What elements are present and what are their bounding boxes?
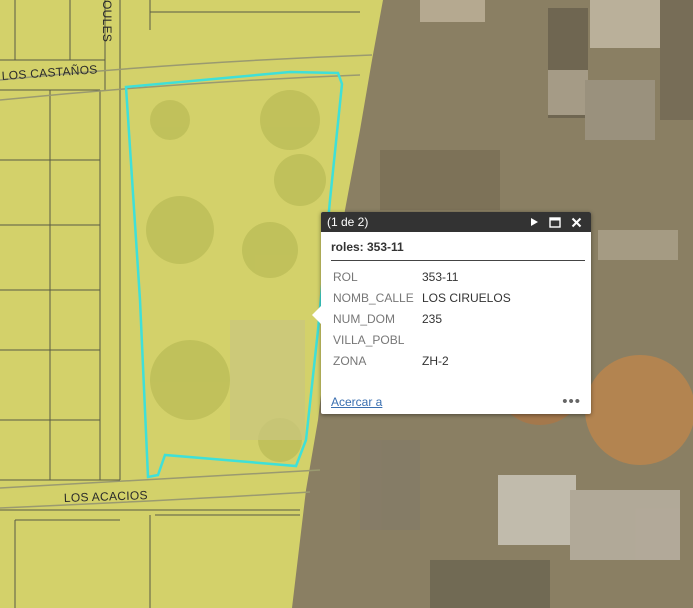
street-label-oules: OULES: [100, 0, 114, 42]
attribute-value: 353-11: [422, 270, 459, 284]
popup-title: roles: 353-11: [331, 240, 585, 261]
street-label-los-acacios: LOS ACACIOS: [64, 488, 148, 505]
attribute-row: NOMB_CALLE LOS CIRUELOS: [331, 288, 513, 309]
play-next-icon[interactable]: [525, 213, 543, 231]
attribute-value: 235: [422, 312, 443, 326]
popup-pager: (1 de 2): [327, 215, 369, 229]
popup-footer: Acercar a •••: [331, 393, 581, 410]
popup-pointer: [312, 306, 321, 324]
attribute-row: NUM_DOM 235: [331, 309, 513, 330]
attribute-value: [420, 330, 513, 351]
attribute-row: ZONA ZH-2: [331, 351, 513, 372]
attribute-row: VILLA_POBL: [331, 330, 513, 351]
attribute-key: ROL: [333, 270, 358, 284]
close-icon[interactable]: [567, 213, 585, 231]
attribute-key: NUM_DOM: [333, 312, 395, 326]
attribute-value: LOS CIRUELOS: [422, 291, 511, 305]
attribute-key: ZONA: [333, 354, 367, 368]
attribute-key: VILLA_POBL: [333, 333, 405, 347]
zoom-to-link[interactable]: Acercar a: [331, 395, 382, 409]
popup-body: roles: 353-11 ROL 353-11 NOMB_CALLE LOS …: [321, 232, 591, 372]
feature-popup: (1 de 2) roles: 353-11 ROL 353-11 NOMB_C…: [312, 212, 591, 414]
attribute-row: ROL 353-11: [331, 267, 513, 288]
maximize-icon[interactable]: [546, 213, 564, 231]
more-options-icon[interactable]: •••: [562, 393, 581, 410]
popup-header: (1 de 2): [321, 212, 591, 232]
attribute-key: NOMB_CALLE: [333, 291, 414, 305]
attribute-table: ROL 353-11 NOMB_CALLE LOS CIRUELOS NUM_D…: [331, 267, 513, 372]
attribute-value: ZH-2: [422, 354, 449, 368]
sports-court: [230, 320, 305, 440]
